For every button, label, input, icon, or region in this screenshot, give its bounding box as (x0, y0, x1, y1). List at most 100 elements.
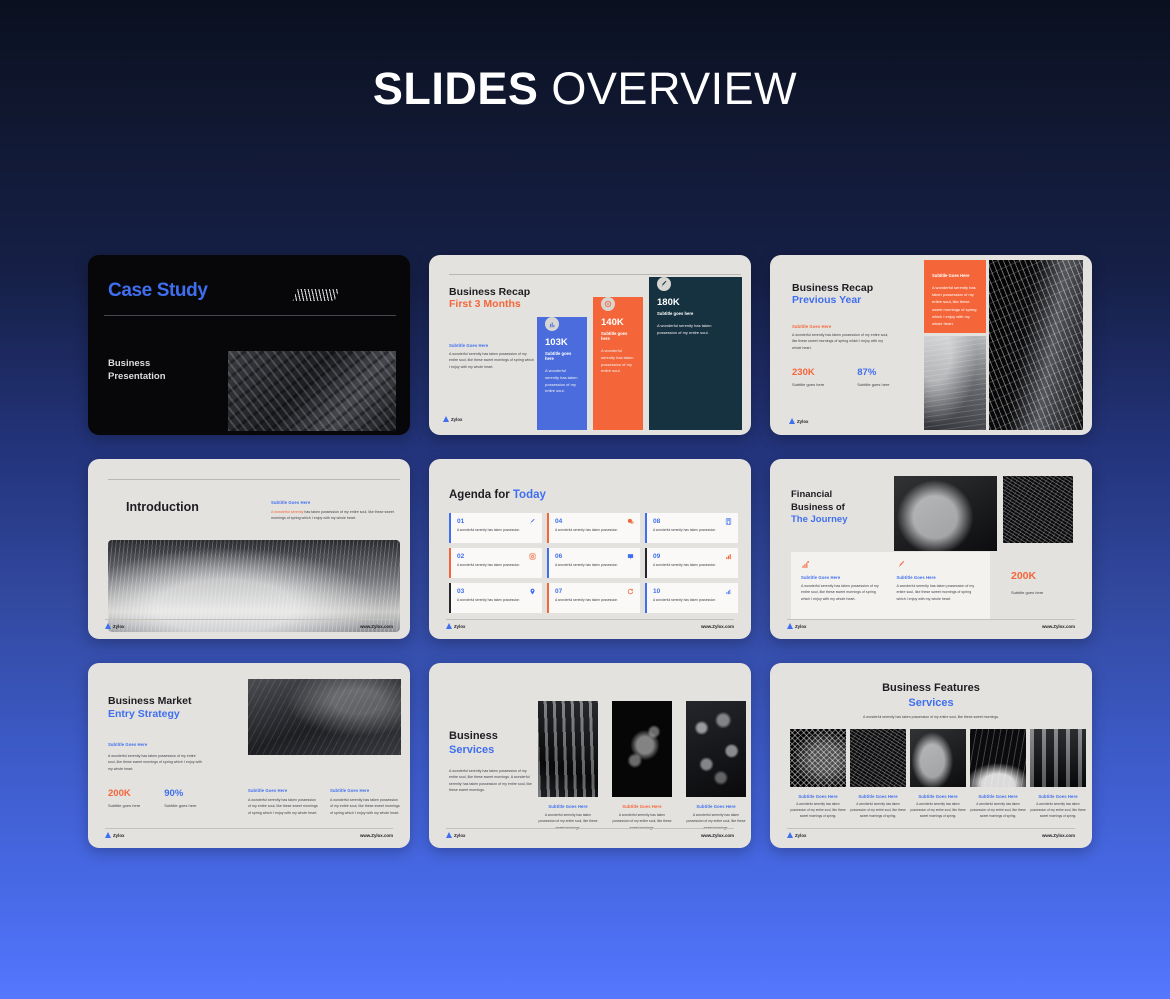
slide3-orange-panel: Subtitle Goes Here A wonderful serenity … (924, 260, 986, 333)
slide9-card-3[interactable]: Subtitle Goes Here A wonderful serenity … (910, 729, 966, 820)
slide6-title-line2: Business of (791, 501, 845, 513)
agenda-item-09[interactable]: 09 A wonderful serenity has taken posses… (645, 548, 738, 578)
slide8-card2-heading: Subtitle Goes Here (622, 804, 662, 809)
slide8-intro-body: A wonderful serenity has taken possessio… (449, 769, 532, 792)
slide6-feature-1: Subtitle Goes Here A wonderful serenity … (801, 560, 885, 612)
slide9-card3-heading: Subtitle Goes Here (918, 794, 958, 799)
leaf-photo (612, 701, 672, 797)
brand-url[interactable]: www.Zylox.com (701, 833, 734, 838)
slide9-title-blue: Services (908, 697, 954, 709)
slide8-cards: Subtitle Goes Here A wonderful serenity … (538, 701, 746, 831)
hatch-decoration-icon (292, 289, 340, 301)
slide6-features-panel: Subtitle Goes Here A wonderful serenity … (791, 552, 990, 620)
slide9-card2-heading: Subtitle Goes Here (858, 794, 898, 799)
slide2-bar-3[interactable]: 180K Subtitle goes here A wonderful sere… (649, 277, 742, 430)
agenda-item-03[interactable]: 03 A wonderful serenity has taken posses… (449, 583, 542, 613)
agenda-num: 09 (653, 553, 661, 560)
slide6-title-line1: Financial (791, 489, 833, 500)
slide9-card-4[interactable]: Subtitle Goes Here A wonderful serenity … (970, 729, 1026, 820)
brand-url[interactable]: www.Zylox.com (1042, 833, 1075, 838)
slide4-body-highlight: A wonderful serenity (271, 510, 304, 514)
triangle-logo-icon (787, 832, 793, 838)
agenda-num: 08 (653, 518, 661, 525)
slide-business-recap-first-3-months[interactable]: Business Recap First 3 Months Subtitle G… (429, 255, 751, 435)
agenda-item-10[interactable]: 10 A wonderful serenity has taken posses… (645, 583, 738, 613)
location-pin-icon (529, 588, 536, 597)
brand-name: Zylox (797, 418, 809, 424)
slide6-photo-2 (1003, 476, 1073, 543)
swoosh-photo (970, 729, 1026, 787)
slide9-card1-heading: Subtitle Goes Here (798, 794, 838, 799)
slide3-intro: Subtitle Goes Here A wonderful serenity … (792, 324, 892, 351)
slide-business-services[interactable]: Business Services A wonderful serenity h… (429, 663, 751, 848)
brand-name: Zylox (451, 416, 463, 422)
slide7-brand: Zylox (105, 832, 124, 838)
slide2-brand: Zylox (443, 416, 462, 422)
slide8-card1-heading: Subtitle Goes Here (548, 804, 588, 809)
agenda-item-08[interactable]: 08 A wonderful serenity has taken posses… (645, 513, 738, 543)
slide2-bar2-value: 140K (601, 317, 624, 328)
slide-introduction[interactable]: Introduction Subtitle Goes Here A wonder… (88, 459, 410, 639)
slide-business-features-services[interactable]: Business Features Services A wonderful s… (770, 663, 1092, 848)
slide7-columns: Subtitle Goes Here A wonderful serenity … (248, 788, 400, 816)
slide2-bar-2[interactable]: 140K Subtitle goes here A wonderful sere… (593, 297, 643, 430)
agenda-text: A wonderful serenity has taken possessio… (457, 528, 520, 532)
slide2-intro-heading: Subtitle Goes Here (449, 343, 489, 348)
slide9-card-2[interactable]: Subtitle Goes Here A wonderful serenity … (850, 729, 906, 820)
slide1-subtitle-line1: Business (108, 358, 151, 369)
slide9-card-1[interactable]: Subtitle Goes Here A wonderful serenity … (790, 729, 846, 820)
slide-case-study[interactable]: Case Study Business Presentation (88, 255, 410, 435)
slide7-photo (248, 679, 401, 755)
slide1-divider (104, 315, 396, 316)
agenda-num: 03 (457, 588, 465, 595)
bar-chart-icon (545, 317, 559, 331)
slide8-card-1[interactable]: Subtitle Goes Here A wonderful serenity … (538, 701, 598, 831)
slide6-brand: Zylox (787, 623, 806, 629)
agenda-item-04[interactable]: 04 A wonderful serenity has taken posses… (547, 513, 640, 543)
slide2-bar2-body: A wonderful serenity has taken possessio… (601, 348, 634, 374)
brand-url[interactable]: www.Zylox.com (360, 624, 393, 629)
agenda-item-02[interactable]: 02 A wonderful serenity has taken posses… (449, 548, 542, 578)
slide9-card4-body: A wonderful serenity has taken possessio… (970, 802, 1026, 818)
agenda-num: 07 (555, 588, 563, 595)
slide7-col1-heading: Subtitle Goes Here (248, 788, 288, 793)
slide2-bar-1[interactable]: 103K Subtitle goes here A wonderful sere… (537, 317, 587, 430)
page-title-light: OVERVIEW (538, 63, 798, 114)
refresh-icon (627, 588, 634, 597)
slide7-col2-body: A wonderful serenity has taken possessio… (330, 798, 400, 815)
brand-url[interactable]: www.Zylox.com (1042, 624, 1075, 629)
slide2-bar3-value: 180K (657, 297, 680, 308)
agenda-item-06[interactable]: 06 A wonderful serenity has taken posses… (547, 548, 640, 578)
slide6-feature-2: Subtitle Goes Here A wonderful serenity … (897, 560, 981, 612)
bar-chart-icon (725, 553, 732, 562)
brand-name: Zylox (113, 623, 125, 629)
agenda-item-01[interactable]: 01 A wonderful serenity has taken posses… (449, 513, 542, 543)
brand-name: Zylox (795, 832, 807, 838)
brand-url[interactable]: www.Zylox.com (360, 833, 393, 838)
rocket-icon (657, 277, 671, 291)
slide8-card-3[interactable]: Subtitle Goes Here A wonderful serenity … (686, 701, 746, 831)
slide-business-recap-previous-year[interactable]: Business Recap Previous Year Subtitle Go… (770, 255, 1092, 435)
agenda-text: A wonderful serenity has taken possessio… (653, 598, 716, 602)
slide6-stat: 200K Subtitle goes here (1011, 570, 1043, 595)
slide4-brand: Zylox (105, 623, 124, 629)
slide6-feature2-body: A wonderful serenity has taken possessio… (896, 584, 975, 601)
slide-agenda-for-today[interactable]: Agenda for Today 01 A wonderful serenity… (429, 459, 751, 639)
slide9-card-5[interactable]: Subtitle Goes Here A wonderful serenity … (1030, 729, 1086, 820)
slide3-stats: 230K Subtitle goes here 87% Subtitle goe… (792, 367, 890, 387)
slide7-column-2: Subtitle Goes Here A wonderful serenity … (330, 788, 400, 816)
target-icon (601, 297, 615, 311)
slide-business-market-entry-strategy[interactable]: Business Market Entry Strategy Subtitle … (88, 663, 410, 848)
slide6-feature2-heading: Subtitle Goes Here (896, 575, 936, 580)
slide8-card-2[interactable]: Subtitle Goes Here A wonderful serenity … (612, 701, 672, 831)
brand-url[interactable]: www.Zylox.com (701, 624, 734, 629)
agenda-item-07[interactable]: 07 A wonderful serenity has taken posses… (547, 583, 640, 613)
slide7-title-line2: Entry Strategy (108, 708, 180, 720)
bokeh-photo (686, 701, 746, 797)
slide4-title: Introduction (126, 500, 199, 514)
slide3-title-line2: Previous Year (792, 294, 862, 306)
growth-chart-icon (725, 588, 732, 597)
slide6-title-line3: The Journey (791, 514, 848, 526)
agenda-text: A wonderful serenity has taken possessio… (653, 528, 716, 532)
slide-financial-business[interactable]: Financial Business of The Journey Subtit… (770, 459, 1092, 639)
